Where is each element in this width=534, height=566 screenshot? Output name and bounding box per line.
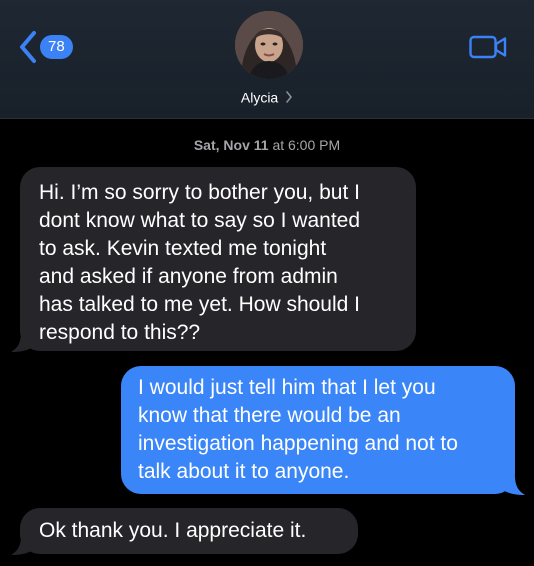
- contact-name: Alycia: [240, 89, 279, 106]
- message-line: Ok thank you. I appreciate it.: [39, 519, 307, 542]
- bubble-tail: [11, 536, 33, 555]
- bubble-tail: [503, 476, 525, 495]
- timestamp-day: Sat, Nov 11: [193, 137, 269, 153]
- message-line: know that there would be an: [138, 404, 401, 427]
- timestamp-time: at 6:00 PM: [272, 137, 341, 153]
- message-line: investigation happening and not to: [138, 432, 458, 455]
- message-line: I would just tell him that I let you: [138, 376, 436, 399]
- message-timestamp: Sat, Nov 11 at 6:00 PM: [0, 137, 534, 153]
- message-line: has talked to me yet. How should I: [39, 293, 360, 316]
- message-line: dont know what to say so I wanted: [39, 209, 361, 232]
- chevron-right-icon: [286, 91, 292, 104]
- message-line: talk about it to anyone.: [138, 460, 350, 483]
- conversation-header: 78 Alycia: [0, 0, 534, 119]
- message-line: Hi. I’m so sorry to bother you, but I: [39, 181, 360, 204]
- avatar-image: [235, 11, 303, 79]
- unread-count-badge: 78: [40, 35, 73, 59]
- chevron-left-icon: [20, 31, 36, 63]
- video-camera-icon[interactable]: [469, 35, 507, 59]
- contact-name-button[interactable]: Alycia: [0, 88, 534, 105]
- bubble-tail: [11, 333, 33, 352]
- message-line: respond to this??: [39, 321, 201, 344]
- back-button[interactable]: 78: [18, 30, 73, 64]
- incoming-message-bubble[interactable]: Ok thank you. I appreciate it.: [20, 508, 358, 554]
- contact-avatar[interactable]: [235, 11, 303, 79]
- incoming-message-bubble[interactable]: Hi. I’m so sorry to bother you, but I do…: [20, 167, 416, 351]
- outgoing-message-bubble[interactable]: I would just tell him that I let you kno…: [121, 366, 515, 494]
- message-line: and asked if anyone from admin: [39, 265, 338, 288]
- message-line: to ask. Kevin texted me tonight: [39, 237, 327, 260]
